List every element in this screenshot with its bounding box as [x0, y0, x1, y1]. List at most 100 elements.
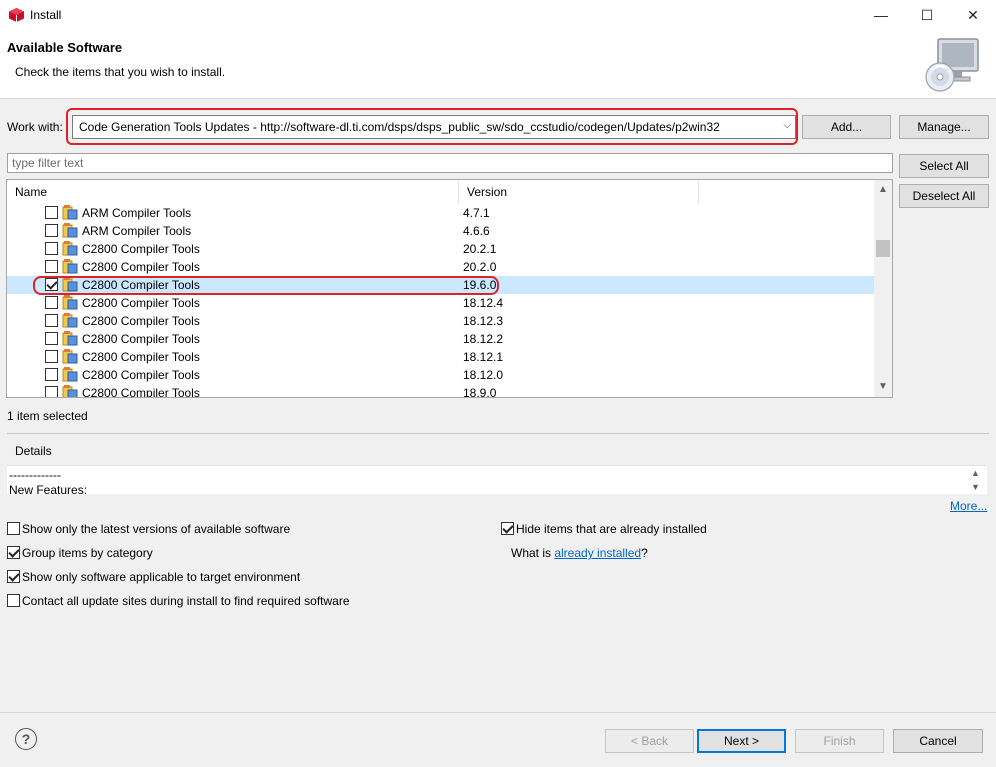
row-checkbox[interactable] [45, 368, 58, 381]
row-version: 20.2.0 [463, 260, 497, 274]
more-details-link[interactable]: More... [950, 499, 987, 513]
help-icon[interactable]: ? [15, 728, 37, 750]
feature-plugin-icon [62, 313, 78, 328]
table-row[interactable]: C2800 Compiler Tools 18.12.3 [7, 312, 874, 330]
scroll-down-icon[interactable]: ▼ [874, 379, 892, 395]
feature-plugin-icon [62, 295, 78, 310]
cancel-button[interactable]: Cancel [893, 729, 983, 753]
what-is-suffix: ? [641, 546, 648, 560]
latest-versions-label[interactable]: Show only the latest versions of availab… [22, 522, 290, 536]
row-checkbox[interactable] [45, 350, 58, 363]
contact-sites-checkbox[interactable] [7, 594, 20, 607]
details-title: Details [15, 444, 52, 458]
selection-status: 1 item selected [7, 409, 88, 423]
scrollbar-thumb[interactable] [876, 240, 890, 257]
table-row[interactable]: ARM Compiler Tools 4.6.6 [7, 222, 874, 240]
row-checkbox[interactable] [45, 224, 58, 237]
feature-plugin-icon [62, 349, 78, 364]
row-version: 18.12.1 [463, 350, 504, 364]
what-is-prefix: What is [511, 546, 555, 560]
hide-installed-checkbox[interactable] [501, 522, 514, 535]
feature-plugin-icon [62, 205, 78, 220]
annotation-highlight-work-with [66, 108, 798, 145]
table-row[interactable]: C2800 Compiler Tools 20.2.1 [7, 240, 874, 258]
table-row[interactable]: ARM Compiler Tools 4.7.1 [7, 204, 874, 222]
feature-plugin-icon [62, 241, 78, 256]
row-version: 20.2.1 [463, 242, 497, 256]
group-by-category-label[interactable]: Group items by category [22, 546, 153, 560]
annotation-highlight-selected-row [33, 276, 499, 295]
row-name: C2800 Compiler Tools [82, 314, 200, 328]
row-version: 4.7.1 [463, 206, 490, 220]
table-row[interactable]: C2800 Compiler Tools 18.12.0 [7, 366, 874, 384]
work-with-label: Work with: [7, 120, 63, 134]
row-name: C2800 Compiler Tools [82, 260, 200, 274]
feature-plugin-icon [62, 223, 78, 238]
title-bar [0, 0, 996, 30]
page-title: Available Software [7, 40, 123, 55]
close-button[interactable]: ✕ [950, 0, 996, 30]
row-name: C2800 Compiler Tools [82, 386, 200, 398]
feature-plugin-icon [62, 331, 78, 346]
row-name: C2800 Compiler Tools [82, 296, 200, 310]
row-version: 4.6.6 [463, 224, 490, 238]
scroll-up-icon[interactable]: ▲ [874, 182, 892, 198]
next-button[interactable]: Next > [697, 729, 786, 753]
row-version: 18.12.0 [463, 368, 504, 382]
column-header-version[interactable]: Version [459, 180, 699, 204]
finish-button[interactable]: Finish [795, 729, 884, 753]
row-name: C2800 Compiler Tools [82, 368, 200, 382]
details-text-area[interactable]: ------------- New Features: ▲ ▼ [7, 465, 987, 494]
window-title: Install [30, 8, 62, 22]
table-row[interactable]: C2800 Compiler Tools 20.2.0 [7, 258, 874, 276]
add-site-button[interactable]: Add... [802, 115, 891, 139]
filter-input[interactable] [8, 154, 892, 172]
feature-plugin-icon [62, 385, 78, 397]
row-version: 18.12.3 [463, 314, 504, 328]
back-button[interactable]: < Back [605, 729, 694, 753]
contact-sites-label[interactable]: Contact all update sites during install … [22, 594, 350, 608]
applicable-only-checkbox[interactable] [7, 570, 20, 583]
app-icon [9, 8, 24, 22]
group-by-category-checkbox[interactable] [7, 546, 20, 559]
table-row[interactable]: C2800 Compiler Tools 18.12.1 [7, 348, 874, 366]
row-checkbox[interactable] [45, 332, 58, 345]
details-line: New Features: [9, 483, 88, 494]
page-subtitle: Check the items that you wish to install… [15, 65, 226, 79]
applicable-only-label[interactable]: Show only software applicable to target … [22, 570, 300, 584]
install-wizard-cd-computer-icon [925, 38, 979, 92]
table-row[interactable]: C2800 Compiler Tools 18.9.0 [7, 384, 874, 398]
column-header-name[interactable]: Name [7, 180, 459, 204]
deselect-all-button[interactable]: Deselect All [899, 184, 989, 208]
row-name: C2800 Compiler Tools [82, 350, 200, 364]
table-row[interactable]: C2800 Compiler Tools 18.12.2 [7, 330, 874, 348]
row-version: 18.12.4 [463, 296, 504, 310]
manage-sites-button[interactable]: Manage... [899, 115, 989, 139]
already-installed-link[interactable]: already installed [554, 546, 641, 560]
feature-plugin-icon [62, 367, 78, 382]
footer-divider [0, 712, 996, 713]
minimize-button[interactable]: — [858, 0, 904, 30]
divider [7, 433, 989, 434]
row-checkbox[interactable] [45, 296, 58, 309]
table-scrollbar[interactable]: ▲ ▼ [874, 180, 892, 397]
hide-installed-label[interactable]: Hide items that are already installed [516, 522, 707, 536]
row-checkbox[interactable] [45, 314, 58, 327]
row-checkbox[interactable] [45, 206, 58, 219]
latest-versions-checkbox[interactable] [7, 522, 20, 535]
details-line: ------------- [9, 468, 61, 482]
row-version: 18.9.0 [463, 386, 497, 398]
row-checkbox[interactable] [45, 386, 58, 397]
row-checkbox[interactable] [45, 242, 58, 255]
filter-field[interactable] [7, 153, 893, 173]
row-checkbox[interactable] [45, 260, 58, 273]
what-is-installed-text: What is already installed? [511, 546, 648, 560]
row-name: C2800 Compiler Tools [82, 242, 200, 256]
maximize-button[interactable]: ☐ [904, 0, 950, 30]
scroll-down-icon[interactable]: ▼ [971, 482, 980, 492]
select-all-button[interactable]: Select All [899, 154, 989, 178]
table-row[interactable]: C2800 Compiler Tools 18.12.4 [7, 294, 874, 312]
feature-plugin-icon [62, 259, 78, 274]
row-name: ARM Compiler Tools [82, 224, 192, 238]
scroll-up-icon[interactable]: ▲ [971, 468, 980, 478]
